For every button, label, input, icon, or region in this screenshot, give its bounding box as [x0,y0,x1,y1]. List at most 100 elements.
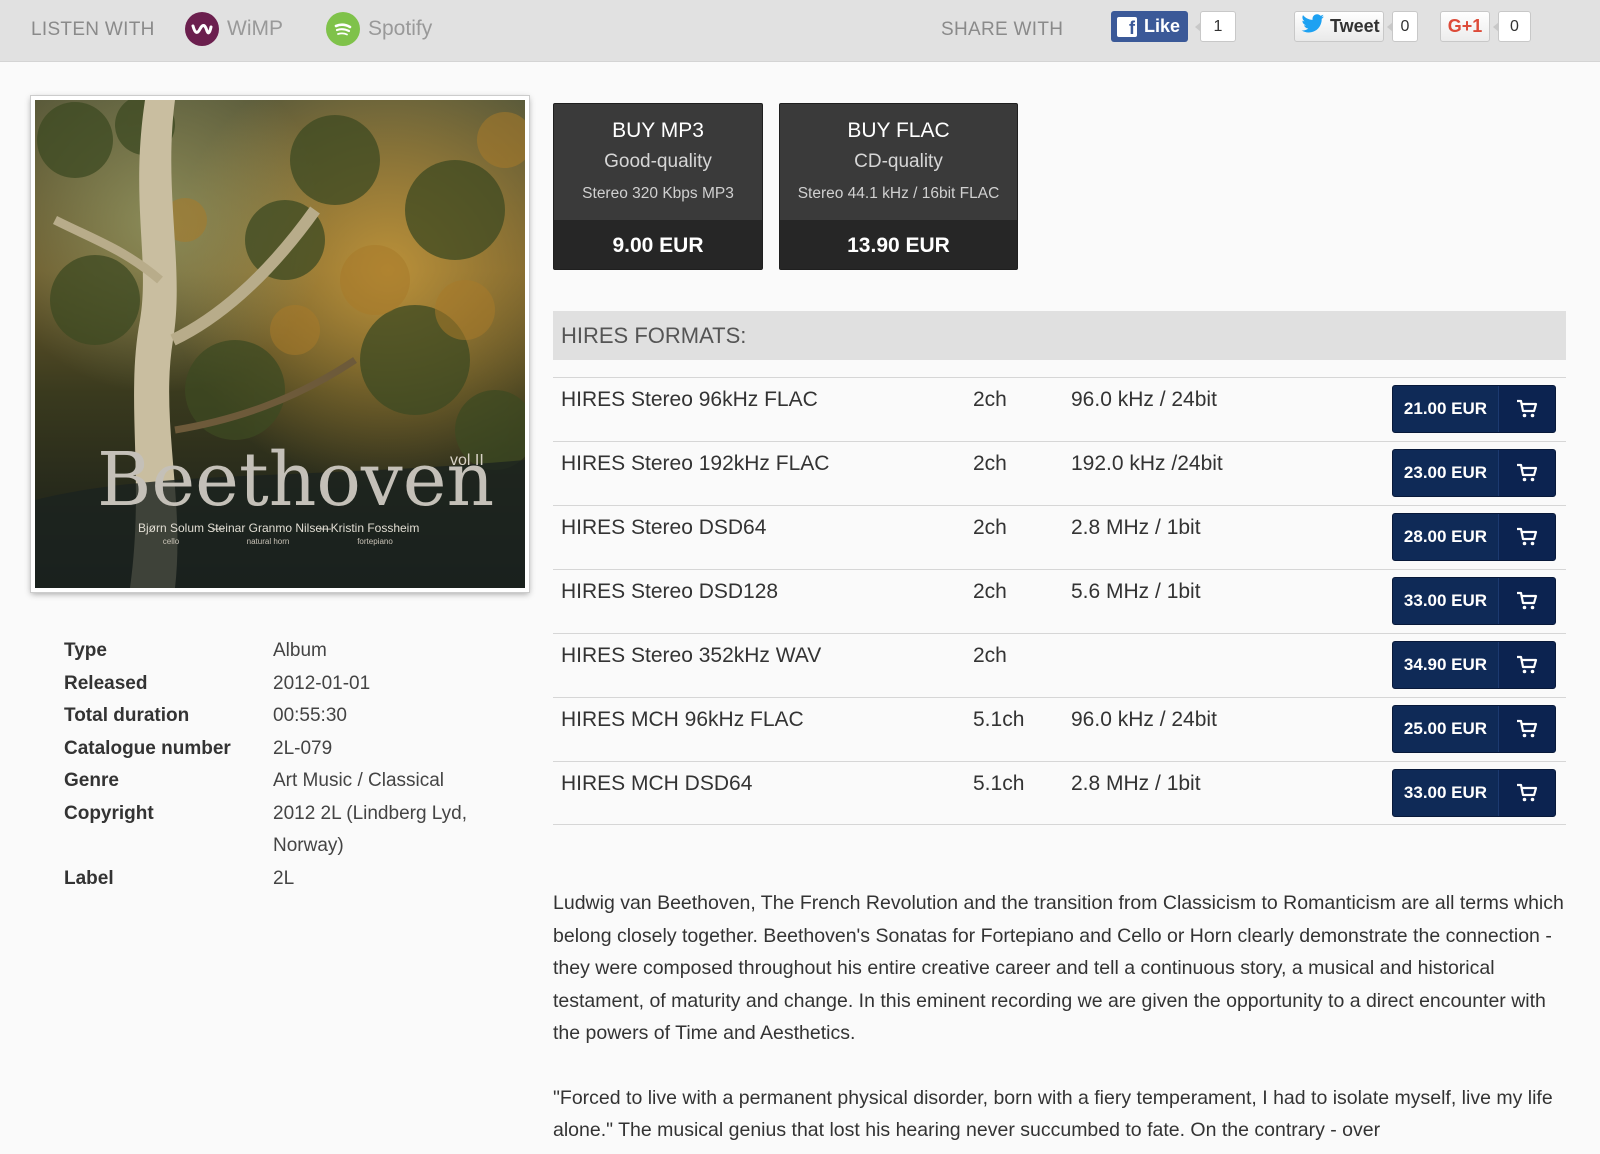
buy-mp3-spec: Stereo 320 Kbps MP3 [582,185,734,202]
performer-name: Kristin Fossheim [331,521,420,535]
buy-flac-quality: CD-quality [854,151,943,172]
table-row: HIRES MCH DSD64 5.1ch 2.8 MHz / 1bit 33.… [553,761,1566,825]
detail-value: 00:55:30 [273,705,347,726]
format-channels: 2ch [973,644,1007,667]
add-to-cart-button[interactable]: 33.00 EUR [1392,769,1556,817]
detail-value: 2012 2L (Lindberg Lyd, Norway) [273,802,468,857]
buy-flac-title: BUY FLAC [847,119,950,142]
detail-row-genre: Genre Art Music / Classical [64,765,504,798]
format-name: HIRES Stereo DSD128 [561,580,779,603]
tweet-count: 0 [1387,11,1418,42]
format-price: 23.00 EUR [1393,450,1499,496]
hires-formats-heading: HIRES FORMATS: [553,311,1566,360]
format-rate: 192.0 kHz /24bit [1071,452,1223,475]
album-cover: Beethoven vol II Bjørn Solum cello Stein… [31,96,529,592]
hires-formats-table: HIRES Stereo 96kHz FLAC 2ch 96.0 kHz / 2… [553,377,1566,825]
performer-role: fortepiano [357,537,393,546]
format-channels: 2ch [973,452,1007,475]
format-channels: 5.1ch [973,708,1025,731]
wimp-link[interactable]: WiMP [185,10,283,48]
performer-name: Bjørn Solum [138,521,204,535]
table-row: HIRES Stereo 96kHz FLAC 2ch 96.0 kHz / 2… [553,377,1566,441]
spotify-icon [326,12,360,46]
detail-row-catalogue: Catalogue number 2L-079 [64,733,504,766]
listen-with-label: LISTEN WITH [31,19,155,40]
wimp-label: WiMP [227,17,283,40]
buy-flac-price: 13.90 EUR [780,220,1017,269]
format-rate: 96.0 kHz / 24bit [1071,708,1217,731]
cover-volume: vol II [450,452,484,469]
cover-title: Beethoven [97,437,494,523]
detail-row-copyright: Copyright 2012 2L (Lindberg Lyd, Norway) [64,798,504,863]
buy-flac-button[interactable]: BUY FLAC CD-quality Stereo 44.1 kHz / 16… [779,103,1018,270]
table-row: HIRES Stereo DSD64 2ch 2.8 MHz / 1bit 28… [553,505,1566,569]
format-channels: 2ch [973,388,1007,411]
format-channels: 2ch [973,580,1007,603]
detail-label: Genre [64,770,119,791]
format-rate: 96.0 kHz / 24bit [1071,388,1217,411]
facebook-like-count: 1 [1195,11,1236,42]
buy-flac-spec: Stereo 44.1 kHz / 16bit FLAC [797,185,1000,202]
detail-label: Type [64,640,107,661]
format-rate: 2.8 MHz / 1bit [1071,772,1201,795]
buy-mp3-price: 9.00 EUR [554,220,762,269]
format-price: 21.00 EUR [1393,386,1499,432]
format-price: 33.00 EUR [1393,578,1499,624]
detail-label: Catalogue number [64,737,231,759]
performer-role: natural horn [247,537,290,546]
add-to-cart-button[interactable]: 23.00 EUR [1392,449,1556,497]
format-rate: 2.8 MHz / 1bit [1071,516,1201,539]
svg-text:—: — [319,521,331,535]
album-cover-art: Beethoven vol II Bjørn Solum cello Stein… [35,100,525,588]
detail-row-duration: Total duration 00:55:30 [64,700,504,733]
shopping-cart-icon [1499,642,1555,688]
detail-value: 2012-01-01 [273,672,371,694]
google-plus-button[interactable]: G+1 [1440,11,1490,42]
format-rate: 5.6 MHz / 1bit [1071,580,1201,603]
table-row: HIRES Stereo 352kHz WAV 2ch 34.90 EUR [553,633,1566,697]
album-details: Type Album Released 2012-01-01 Total dur… [64,635,504,895]
buy-mp3-button[interactable]: BUY MP3 Good-quality Stereo 320 Kbps MP3… [553,103,763,270]
add-to-cart-button[interactable]: 33.00 EUR [1392,577,1556,625]
shopping-cart-icon [1499,386,1555,432]
format-channels: 5.1ch [973,772,1025,795]
detail-row-type: Type Album [64,635,504,668]
twitter-bird-icon [1301,14,1325,39]
wimp-icon [185,12,219,46]
table-row: HIRES MCH 96kHz FLAC 5.1ch 96.0 kHz / 24… [553,697,1566,761]
shopping-cart-icon [1499,706,1555,752]
buy-mp3-title: BUY MP3 [612,119,704,142]
add-to-cart-button[interactable]: 34.90 EUR [1392,641,1556,689]
format-channels: 2ch [973,516,1007,539]
detail-value: 2L [273,867,295,889]
buy-mp3-quality: Good-quality [604,151,712,172]
description-paragraph: Ludwig van Beethoven, The French Revolut… [553,892,1564,1044]
format-price: 25.00 EUR [1393,706,1499,752]
shopping-cart-icon [1499,578,1555,624]
add-to-cart-button[interactable]: 28.00 EUR [1392,513,1556,561]
detail-value: Art Music / Classical [273,770,445,791]
detail-label: Label [64,867,114,889]
format-price: 33.00 EUR [1393,770,1499,816]
spotify-label: Spotify [368,17,433,40]
shopping-cart-icon [1499,450,1555,496]
performer-name: Steinar Granmo Nilsen [207,521,328,535]
tweet-label: Tweet [1330,16,1380,36]
detail-row-label: Label 2L [64,863,504,896]
format-name: HIRES MCH 96kHz FLAC [561,708,804,731]
spotify-link[interactable]: Spotify [326,10,432,48]
album-description: Ludwig van Beethoven, The French Revolut… [553,887,1568,1154]
add-to-cart-button[interactable]: 25.00 EUR [1392,705,1556,753]
tweet-button[interactable]: Tweet [1294,11,1384,42]
share-bar: LISTEN WITH WiMP Spotify SHARE WITH f Li… [0,0,1600,62]
detail-label: Total duration [64,705,190,726]
detail-label: Released [64,672,148,694]
format-price: 34.90 EUR [1393,642,1499,688]
shopping-cart-icon [1499,770,1555,816]
shopping-cart-icon [1499,514,1555,560]
detail-label: Copyright [64,802,154,824]
facebook-like-button[interactable]: f Like [1111,11,1188,42]
add-to-cart-button[interactable]: 21.00 EUR [1392,385,1556,433]
format-name: HIRES Stereo 192kHz FLAC [561,452,830,475]
google-plus-count: 0 [1493,11,1531,42]
